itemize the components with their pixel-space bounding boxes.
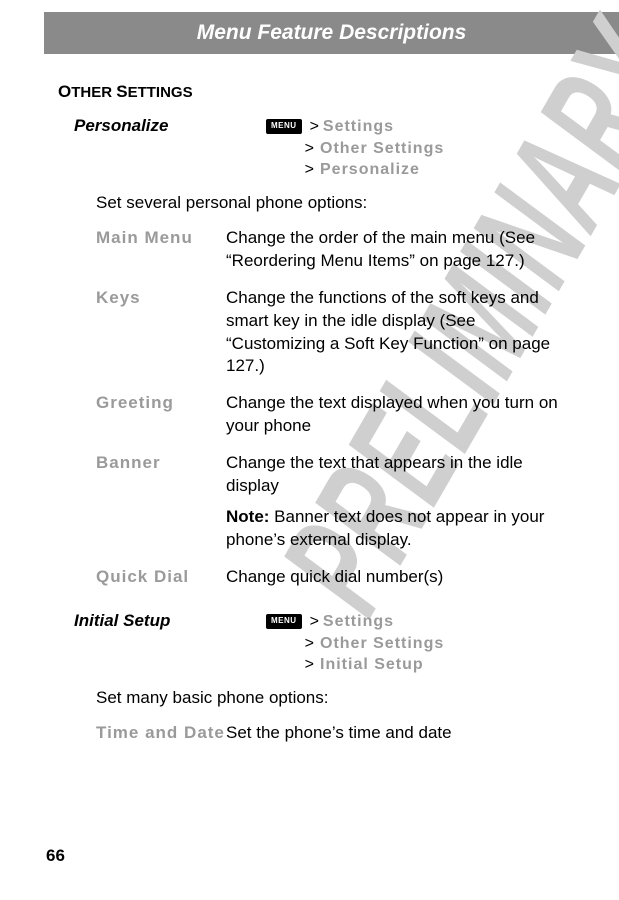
option-desc: Change the functions of the soft keys an…: [226, 287, 559, 379]
entry-intro: Set several personal phone options:: [58, 183, 559, 223]
page-header-title: Menu Feature Descriptions: [197, 21, 467, 44]
entry-title: Personalize: [58, 116, 266, 136]
entry-header: Personalize MENU > Settings > Other Sett…: [58, 116, 559, 181]
option-desc-text: Change the text that appears in the idle…: [226, 452, 559, 498]
chevron-right-icon: >: [306, 116, 323, 138]
note-text: Banner text does not appear in your phon…: [226, 507, 544, 549]
chevron-right-icon: >: [266, 633, 320, 655]
nav-row-1: > Other Settings: [266, 138, 559, 160]
nav-path: MENU > Settings > Other Settings > Perso…: [266, 116, 559, 181]
menu-chip-icon: MENU: [266, 614, 302, 629]
option-desc: Change quick dial number(s): [226, 566, 559, 589]
option-label: Banner: [96, 452, 226, 552]
nav-step: Settings: [323, 116, 394, 138]
option-label: Quick Dial: [96, 566, 226, 589]
page-header: Menu Feature Descriptions: [44, 12, 619, 54]
section-heading-cap2: S: [116, 82, 127, 101]
nav-step: Other Settings: [320, 633, 444, 655]
option-row: Main Menu Change the order of the main m…: [58, 223, 559, 283]
nav-row-2: > Initial Setup: [266, 654, 559, 676]
section-heading-rest2: ETTINGS: [128, 84, 193, 101]
note-label: Note:: [226, 507, 269, 526]
entry-personalize: Personalize MENU > Settings > Other Sett…: [58, 116, 559, 599]
content-area: OTHER SETTINGS Personalize MENU > Settin…: [0, 54, 619, 755]
nav-path: MENU > Settings > Other Settings > Initi…: [266, 611, 559, 676]
nav-row-2: > Personalize: [266, 159, 559, 181]
option-desc: Change the order of the main menu (See “…: [226, 227, 559, 273]
section-heading-rest1: THER: [71, 84, 116, 101]
option-label: Main Menu: [96, 227, 226, 273]
entry-initial-setup: Initial Setup MENU > Settings > Other Se…: [58, 611, 559, 755]
option-row: Quick Dial Change quick dial number(s): [58, 562, 559, 599]
nav-step: Initial Setup: [320, 654, 424, 676]
option-note: Note: Banner text does not appear in you…: [226, 506, 559, 552]
chevron-right-icon: >: [266, 138, 320, 160]
option-desc: Change the text that appears in the idle…: [226, 452, 559, 552]
section-heading-cap: O: [58, 82, 71, 101]
nav-step: Other Settings: [320, 138, 444, 160]
chevron-right-icon: >: [306, 611, 323, 633]
page-number: 66: [46, 846, 65, 866]
option-row: Banner Change the text that appears in t…: [58, 448, 559, 562]
option-desc: Set the phone’s time and date: [226, 722, 559, 745]
option-row: Greeting Change the text displayed when …: [58, 388, 559, 448]
entry-intro: Set many basic phone options:: [58, 678, 559, 718]
nav-step: Personalize: [320, 159, 420, 181]
nav-step: Settings: [323, 611, 394, 633]
option-label: Time and Date: [96, 722, 226, 745]
chevron-right-icon: >: [266, 159, 320, 181]
section-heading: OTHER SETTINGS: [58, 82, 559, 102]
option-row: Time and Date Set the phone’s time and d…: [58, 718, 559, 755]
option-label: Greeting: [96, 392, 226, 438]
nav-row-1: > Other Settings: [266, 633, 559, 655]
nav-row-0: MENU > Settings: [266, 611, 559, 633]
nav-row-0: MENU > Settings: [266, 116, 559, 138]
option-label: Keys: [96, 287, 226, 379]
entry-header: Initial Setup MENU > Settings > Other Se…: [58, 611, 559, 676]
menu-chip-icon: MENU: [266, 119, 302, 134]
chevron-right-icon: >: [266, 654, 320, 676]
option-desc: Change the text displayed when you turn …: [226, 392, 559, 438]
entry-title: Initial Setup: [58, 611, 266, 631]
option-row: Keys Change the functions of the soft ke…: [58, 283, 559, 389]
